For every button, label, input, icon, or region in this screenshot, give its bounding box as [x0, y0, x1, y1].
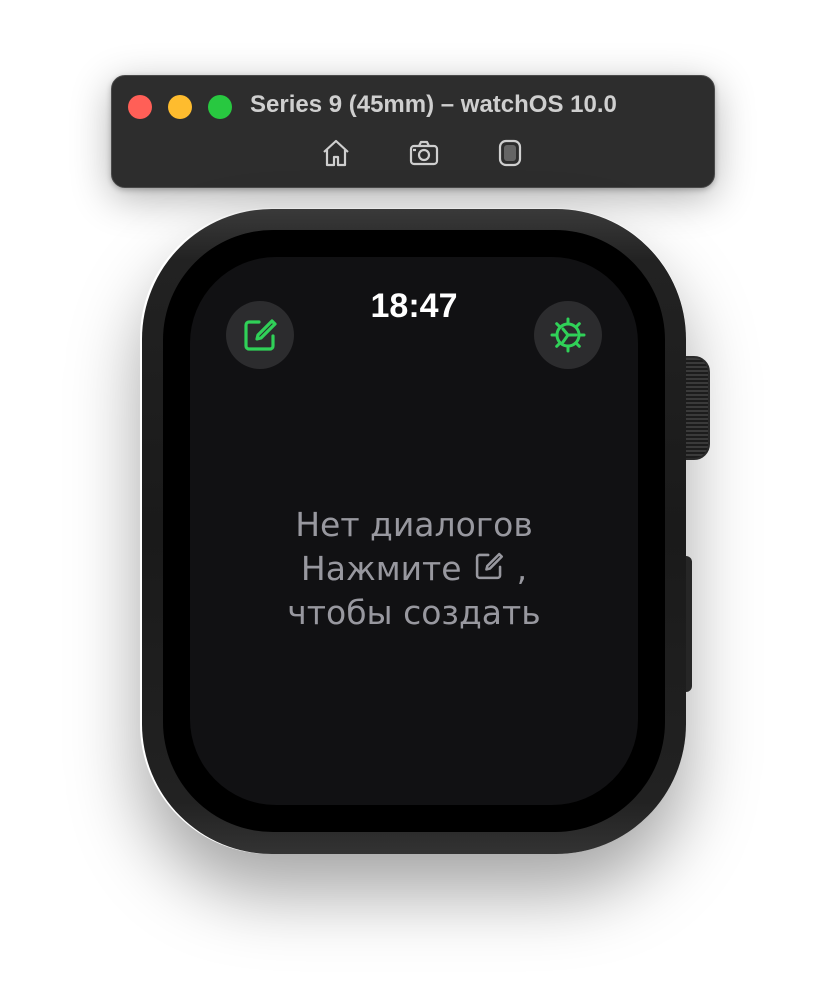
minimize-window-button[interactable] [168, 95, 192, 119]
home-icon [323, 139, 349, 167]
watch-screen: 18:47 Нет диалогов Нажмите , чтобы созда… [190, 257, 638, 805]
close-window-button[interactable] [128, 95, 152, 119]
gear-icon [550, 317, 586, 353]
home-button[interactable] [318, 136, 354, 170]
empty-state-hint: Нажмите , [190, 547, 638, 591]
screenshot-button[interactable] [406, 136, 442, 170]
compose-inline-icon [475, 552, 504, 580]
settings-button[interactable] [534, 301, 602, 369]
window-title: Series 9 (45mm) – watchOS 10.0 [250, 91, 617, 118]
compose-button[interactable] [226, 301, 294, 369]
compose-icon [244, 319, 277, 351]
empty-state-hint-prefix: Нажмите [300, 549, 462, 588]
empty-state-hint-suffix: , [516, 549, 528, 588]
zoom-window-button[interactable] [208, 95, 232, 119]
watch-rotate-icon [498, 139, 522, 167]
camera-icon [409, 140, 439, 166]
rotate-device-button[interactable] [492, 136, 528, 170]
simulator-window-toolbar: Series 9 (45mm) – watchOS 10.0 [111, 75, 715, 188]
empty-state-action: чтобы создать [287, 593, 541, 632]
empty-state-title: Нет диалогов [295, 505, 533, 544]
simulator-stage: Series 9 (45mm) – watchOS 10.0 18:47 Нет… [0, 0, 826, 1002]
empty-state-message: Нет диалогов Нажмите , чтобы создать [190, 503, 638, 635]
